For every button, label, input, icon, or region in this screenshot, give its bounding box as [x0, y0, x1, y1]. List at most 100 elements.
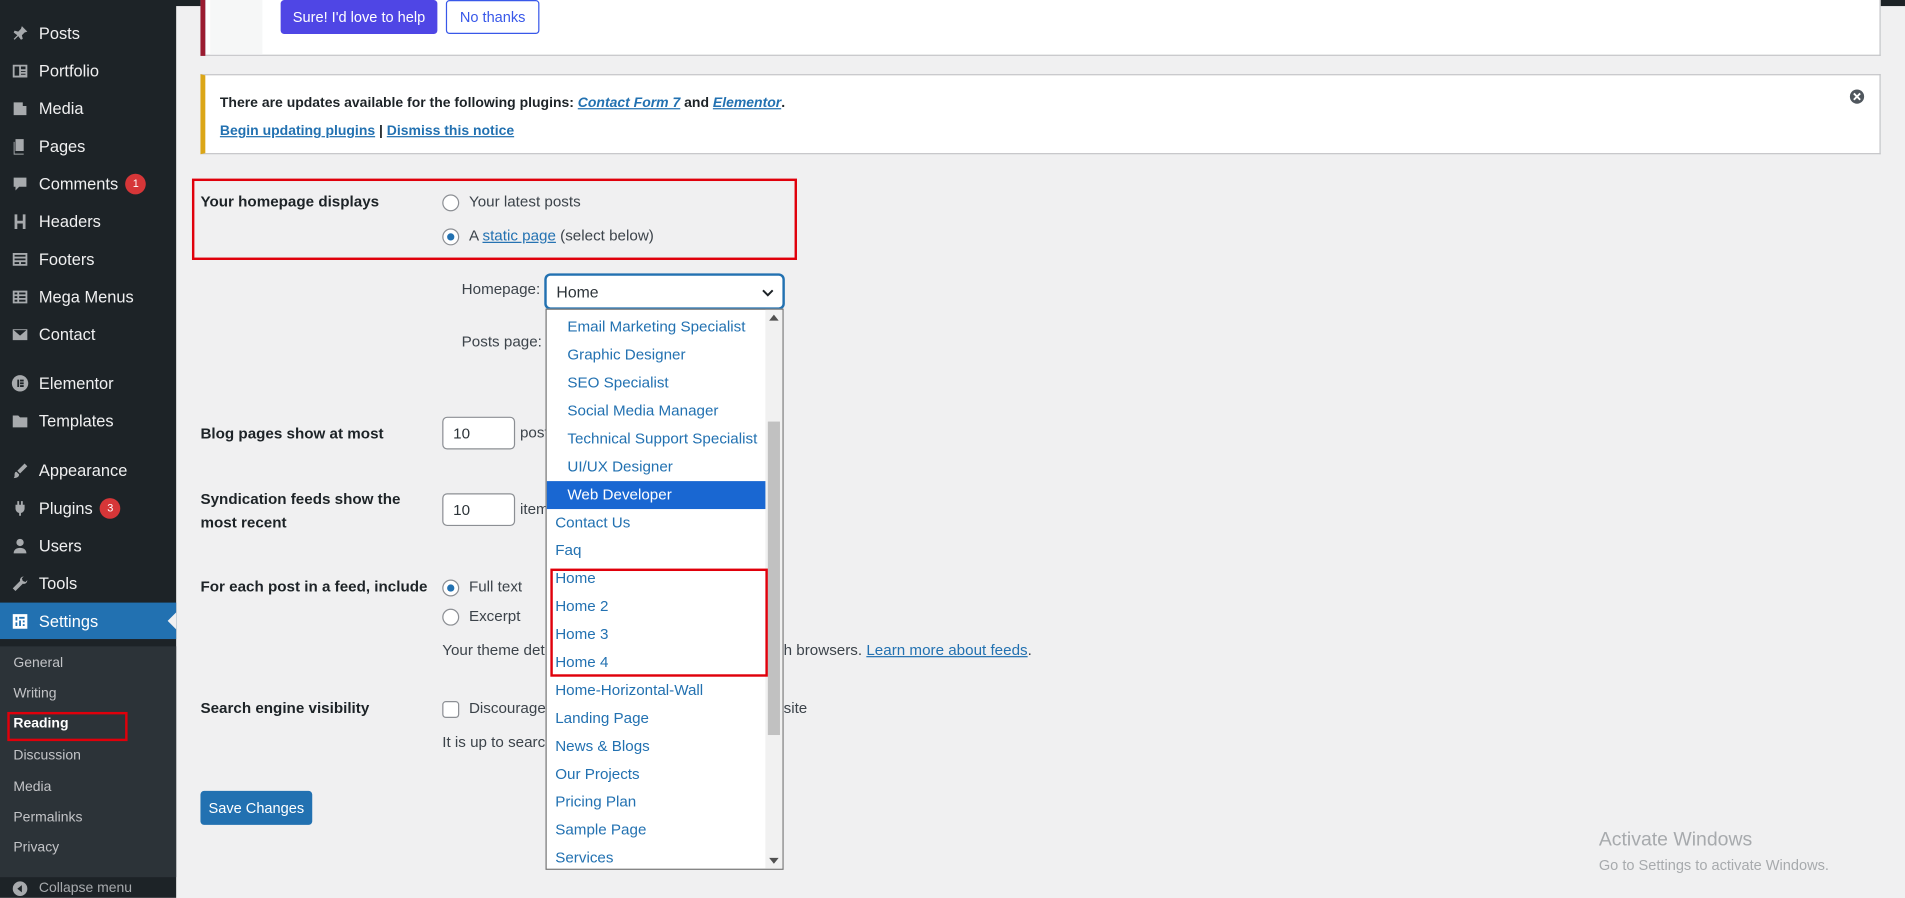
- portfolio-icon: [11, 61, 29, 79]
- option-home-2[interactable]: Home 2: [547, 593, 767, 621]
- scrollbar-thumb[interactable]: [767, 421, 780, 736]
- option-email-marketing-specialist[interactable]: Email Marketing Specialist: [547, 313, 767, 341]
- option-our-projects[interactable]: Our Projects: [547, 761, 767, 789]
- sidebar-item-users[interactable]: Users: [0, 527, 176, 563]
- scroll-down-arrow-icon[interactable]: [769, 857, 779, 865]
- option-faq[interactable]: Faq: [547, 537, 767, 565]
- dropdown-scrollbar[interactable]: [765, 309, 783, 869]
- submenu-writing[interactable]: Writing: [13, 686, 56, 701]
- option-home-3[interactable]: Home 3: [547, 621, 767, 649]
- sidebar-item-headers[interactable]: Headers: [0, 203, 176, 239]
- submenu-general[interactable]: General: [13, 656, 63, 671]
- discourage-label-end: site: [783, 699, 808, 717]
- full-text-label: Full text: [468, 578, 523, 596]
- option-contact-us[interactable]: Contact Us: [547, 509, 767, 537]
- option-social-media-manager[interactable]: Social Media Manager: [547, 397, 767, 425]
- sidebar-item-mega-menus[interactable]: Mega Menus: [0, 278, 176, 314]
- option-home-4[interactable]: Home 4: [547, 649, 767, 677]
- learn-more-feeds-link[interactable]: Learn more about feeds: [866, 641, 1027, 658]
- sidebar-item-label: Users: [38, 536, 82, 555]
- sidebar-item-appearance[interactable]: Appearance: [0, 452, 176, 488]
- promo-logo-area: [210, 0, 263, 55]
- settings-icon: [11, 612, 29, 630]
- sidebar-item-plugins[interactable]: Plugins 3: [0, 490, 176, 526]
- latest-posts-label: Your latest posts: [468, 193, 581, 211]
- feeds-label-line2: most recent: [200, 513, 287, 531]
- static-page-link[interactable]: static page: [482, 227, 555, 244]
- sidebar-item-label: Headers: [38, 212, 101, 231]
- close-icon[interactable]: [1849, 89, 1865, 105]
- sidebar-item-posts[interactable]: Posts: [0, 15, 176, 51]
- sidebar-item-label: Pages: [38, 136, 86, 155]
- plugin-icon: [11, 499, 29, 517]
- feed-include-label: For each post in a feed, include: [200, 578, 428, 596]
- submenu-media[interactable]: Media: [13, 780, 51, 795]
- sidebar-item-label: Footers: [38, 249, 95, 268]
- sidebar-item-media[interactable]: Media: [0, 90, 176, 126]
- latest-posts-radio[interactable]: [442, 194, 460, 212]
- discourage-search-checkbox[interactable]: [442, 701, 460, 719]
- blog-pages-unit: post: [519, 424, 549, 442]
- homepage-select-label: Homepage:: [461, 280, 541, 298]
- excerpt-radio[interactable]: [442, 608, 460, 626]
- submenu-permalinks[interactable]: Permalinks: [13, 810, 82, 825]
- sidebar-item-footers[interactable]: Footers: [0, 241, 176, 277]
- plugins-update-badge: 3: [99, 497, 121, 519]
- sidebar-item-portfolio[interactable]: Portfolio: [0, 52, 176, 88]
- homepage-dropdown-list[interactable]: Email Marketing Specialist Graphic Desig…: [545, 308, 784, 870]
- option-services[interactable]: Services: [547, 844, 767, 868]
- dismiss-notice-link[interactable]: Dismiss this notice: [387, 124, 514, 139]
- option-pricing-plan[interactable]: Pricing Plan: [547, 788, 767, 816]
- save-changes-button[interactable]: Save Changes: [200, 790, 313, 825]
- option-news-blogs[interactable]: News & Blogs: [547, 733, 767, 761]
- collapse-menu-button[interactable]: Collapse menu: [0, 874, 176, 898]
- homepage-select[interactable]: Home: [545, 274, 784, 309]
- submenu-reading[interactable]: Reading: [13, 717, 68, 732]
- option-home[interactable]: Home: [547, 565, 767, 593]
- elementor-link[interactable]: Elementor: [713, 96, 781, 111]
- option-technical-support-specialist[interactable]: Technical Support Specialist: [547, 425, 767, 453]
- promo-accept-button[interactable]: Sure! I'd love to help: [280, 0, 438, 35]
- excerpt-label: Excerpt: [468, 607, 521, 625]
- option-landing-page[interactable]: Landing Page: [547, 705, 767, 733]
- sidebar-item-settings[interactable]: Settings: [0, 602, 177, 640]
- option-home-horizontal-wall[interactable]: Home-Horizontal-Wall: [547, 677, 767, 705]
- user-icon: [11, 536, 29, 554]
- static-page-radio[interactable]: [442, 228, 460, 246]
- submenu-discussion[interactable]: Discussion: [13, 748, 81, 763]
- sidebar-item-contact[interactable]: Contact: [0, 316, 176, 352]
- sidebar-item-elementor[interactable]: Elementor: [0, 364, 176, 400]
- promo-decline-button[interactable]: No thanks: [445, 0, 540, 35]
- sidebar-item-comments[interactable]: Comments 1: [0, 165, 176, 201]
- submenu-privacy[interactable]: Privacy: [13, 841, 59, 856]
- sidebar-item-pages[interactable]: Pages: [0, 128, 176, 164]
- option-ui-ux-designer[interactable]: UI/UX Designer: [547, 453, 767, 481]
- option-sample-page[interactable]: Sample Page: [547, 816, 767, 844]
- sidebar-item-label: Templates: [38, 411, 114, 430]
- contact-form-7-link[interactable]: Contact Form 7: [578, 96, 680, 111]
- comments-count-badge: 1: [125, 173, 147, 194]
- heading-icon: [11, 212, 29, 230]
- sidebar-item-label: Portfolio: [38, 61, 100, 80]
- begin-updating-link[interactable]: Begin updating plugins: [220, 124, 375, 139]
- pin-icon: [11, 24, 29, 42]
- activate-windows-title: Activate Windows: [1598, 829, 1753, 851]
- update-notice-and: and: [680, 95, 713, 111]
- blog-pages-input[interactable]: 10: [442, 416, 516, 450]
- feeds-unit: item: [519, 500, 549, 518]
- option-seo-specialist[interactable]: SEO Specialist: [547, 369, 767, 397]
- scroll-up-arrow-icon[interactable]: [769, 313, 779, 321]
- sidebar-item-tools[interactable]: Tools: [0, 565, 176, 601]
- search-visibility-note: It is up to searc: [442, 733, 546, 751]
- full-text-radio[interactable]: [442, 579, 460, 597]
- homepage-select-value: Home: [556, 283, 599, 302]
- option-web-developer[interactable]: Web Developer: [546, 481, 767, 510]
- sidebar-item-templates[interactable]: Templates: [0, 402, 176, 438]
- comment-icon: [11, 174, 29, 192]
- sidebar-item-label: Settings: [38, 611, 99, 630]
- update-notice-suffix: .: [781, 95, 786, 111]
- option-graphic-designer[interactable]: Graphic Designer: [547, 341, 767, 369]
- feeds-count-input[interactable]: 10: [442, 493, 516, 527]
- sidebar-item-label: Mega Menus: [38, 287, 134, 306]
- mail-icon: [11, 325, 29, 343]
